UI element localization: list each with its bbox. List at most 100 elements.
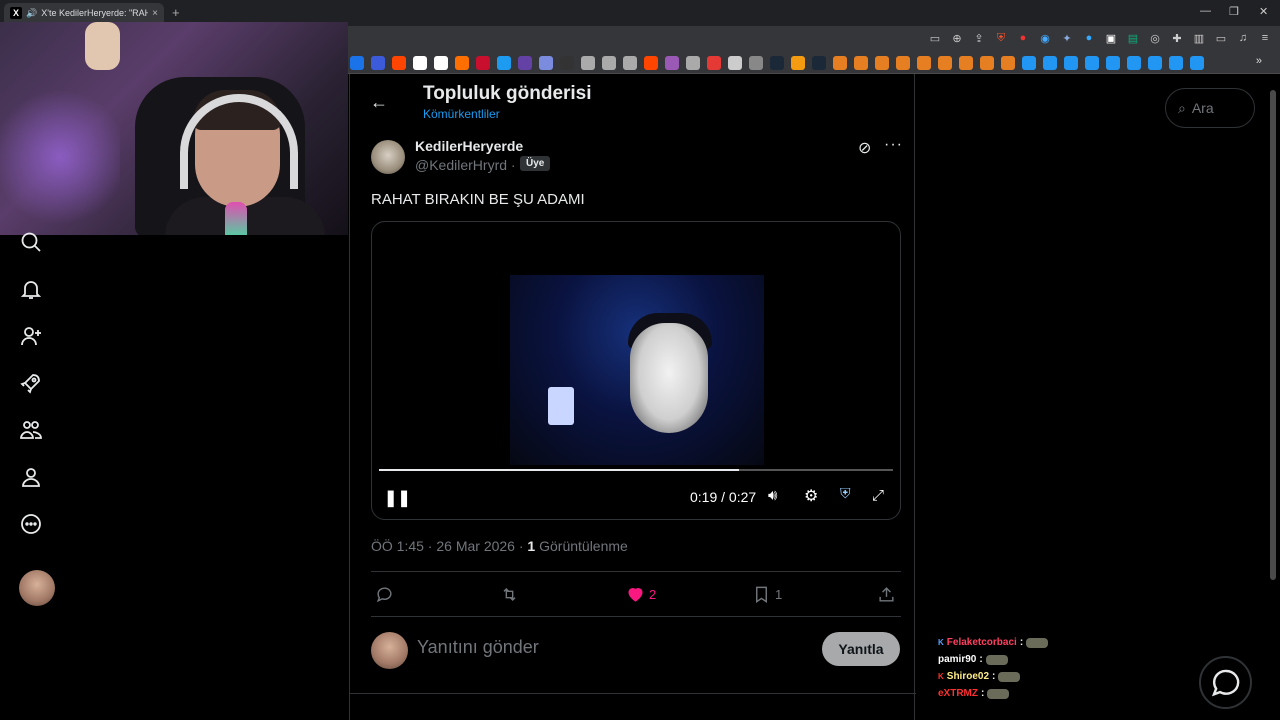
bookmark-favicon-icon[interactable] [1064, 56, 1078, 70]
bookmark-favicon-icon[interactable] [854, 56, 868, 70]
pip-icon[interactable]: ⛨ [840, 485, 851, 502]
bookmark-favicon-icon[interactable] [350, 56, 364, 70]
bookmark-favicon-icon[interactable] [770, 56, 784, 70]
bookmark-favicon-icon[interactable] [791, 56, 805, 70]
more-circle-icon[interactable] [18, 511, 44, 537]
bookmark-favicon-icon[interactable] [1001, 56, 1015, 70]
bookmark-favicon-icon[interactable] [1148, 56, 1162, 70]
share-icon[interactable]: ⇪ [972, 31, 986, 45]
cast-icon[interactable]: ▭ [928, 31, 942, 45]
bookmark-favicon-icon[interactable] [371, 56, 385, 70]
wallet-icon[interactable]: ▭ [1214, 31, 1228, 45]
bookmark-favicon-icon[interactable] [686, 56, 700, 70]
share-action[interactable] [877, 585, 896, 604]
bookmark-favicon-icon[interactable] [392, 56, 406, 70]
bookmark-favicon-icon[interactable] [938, 56, 952, 70]
share-icon [879, 587, 894, 602]
bookmarks-more-icon[interactable]: » [1256, 55, 1262, 67]
close-window-button[interactable]: ✕ [1259, 5, 1268, 18]
author-handle[interactable]: @KedilerHryrd · [415, 157, 516, 173]
minimize-button[interactable]: — [1200, 5, 1211, 17]
repost-action[interactable] [500, 585, 519, 604]
bookmark-favicon-icon[interactable] [455, 56, 469, 70]
bookmark-favicon-icon[interactable] [896, 56, 910, 70]
more-options-icon[interactable]: ··· [884, 136, 903, 154]
extension-icon[interactable]: ◉ [1038, 31, 1052, 45]
bookmark-favicon-icon[interactable] [518, 56, 532, 70]
new-tab-button[interactable]: + [172, 5, 180, 20]
bookmark-favicon-icon[interactable] [875, 56, 889, 70]
reply-input[interactable]: Yanıtını gönder [417, 637, 539, 658]
bookmark-favicon-icon[interactable] [497, 56, 511, 70]
community-link[interactable]: Kömürkentliler [423, 107, 500, 121]
menu-icon[interactable]: ≡ [1258, 31, 1272, 45]
bookmark-favicon-icon[interactable] [833, 56, 847, 70]
search-input[interactable]: ⌕ Ara [1165, 88, 1255, 128]
bookmark-favicon-icon[interactable] [665, 56, 679, 70]
extension-icon[interactable]: ● [1016, 31, 1030, 45]
bookmark-favicon-icon[interactable] [623, 56, 637, 70]
maximize-button[interactable]: ❐ [1229, 5, 1239, 18]
bookmark-favicon-icon[interactable] [581, 56, 595, 70]
extension-icon[interactable]: ◎ [1148, 31, 1162, 45]
bell-icon[interactable] [18, 276, 44, 302]
playlist-icon[interactable]: ♫ [1236, 31, 1250, 45]
add-user-icon[interactable] [18, 323, 44, 349]
post-timestamp[interactable]: ÖÖ 1:45 · 26 Mar 2026 · [371, 538, 524, 554]
volume-icon[interactable]: 🔊︎ [768, 487, 777, 504]
grok-icon[interactable]: ⊘ [858, 138, 871, 158]
bookmark-favicon-icon[interactable] [1127, 56, 1141, 70]
extension-icon[interactable]: ▤ [1126, 31, 1140, 45]
settings-icon[interactable]: ⚙ [804, 486, 818, 506]
bookmark-favicon-icon[interactable] [917, 56, 931, 70]
fullscreen-icon[interactable]: ⤢ [872, 487, 884, 504]
brave-shield-icon[interactable]: ⛨ [994, 31, 1008, 45]
puzzle-icon[interactable]: ✚ [1170, 31, 1184, 45]
extension-icon[interactable]: ● [1082, 31, 1096, 45]
bookmark-favicon-icon[interactable] [980, 56, 994, 70]
browser-tab[interactable]: X 🔊 X'te KedilerHeryerde: "RAHAT × [4, 3, 164, 23]
bookmark-favicon-icon[interactable] [644, 56, 658, 70]
extension-icon[interactable]: ▣ [1104, 31, 1118, 45]
communities-icon[interactable] [18, 417, 44, 443]
bookmark-favicon-icon[interactable] [539, 56, 553, 70]
post-text: RAHAT BIRAKIN BE ŞU ADAMI [371, 191, 585, 208]
bookmark-favicon-icon[interactable] [749, 56, 763, 70]
sidebar-icon[interactable]: ▥ [1192, 31, 1206, 45]
back-button[interactable]: ← [370, 92, 388, 113]
bookmark-favicon-icon[interactable] [959, 56, 973, 70]
author-handle-text[interactable]: @KedilerHryrd [415, 157, 507, 173]
extension-icon[interactable]: ✦ [1060, 31, 1074, 45]
author-avatar[interactable] [371, 140, 405, 174]
bookmark-favicon-icon[interactable] [707, 56, 721, 70]
scrollbar[interactable] [1270, 90, 1276, 580]
video-player[interactable]: ❚❚ 0:19 / 0:27 🔊︎ ⚙ ⛨ ⤢ [371, 221, 901, 520]
rocket-icon[interactable] [18, 370, 44, 396]
search-icon[interactable] [18, 229, 44, 255]
author-name[interactable]: KedilerHeryerde [415, 138, 523, 154]
reply-button[interactable]: Yanıtla [822, 632, 900, 666]
pause-icon[interactable]: ❚❚ [384, 488, 411, 508]
bookmark-favicon-icon[interactable] [434, 56, 448, 70]
messages-button[interactable] [1199, 656, 1252, 709]
zoom-icon[interactable]: ⊕ [950, 31, 964, 45]
reply-action[interactable] [375, 585, 394, 604]
profile-icon[interactable] [18, 464, 44, 490]
bookmark-favicon-icon[interactable] [1169, 56, 1183, 70]
bookmark-favicon-icon[interactable] [1085, 56, 1099, 70]
bookmark-favicon-icon[interactable] [413, 56, 427, 70]
bookmark-favicon-icon[interactable] [560, 56, 574, 70]
bookmark-favicon-icon[interactable] [812, 56, 826, 70]
account-avatar[interactable] [19, 570, 55, 606]
like-action[interactable]: 2 [626, 585, 656, 604]
bookmark-favicon-icon[interactable] [1022, 56, 1036, 70]
bookmark-favicon-icon[interactable] [1190, 56, 1204, 70]
bookmark-favicon-icon[interactable] [1106, 56, 1120, 70]
bookmark-favicon-icon[interactable] [1043, 56, 1057, 70]
bookmark-favicon-icon[interactable] [602, 56, 616, 70]
bookmark-favicon-icon[interactable] [728, 56, 742, 70]
video-progress-bar[interactable] [379, 469, 893, 471]
bookmark-action[interactable]: 1 [752, 585, 782, 604]
tab-close-button[interactable]: × [152, 8, 158, 19]
bookmark-favicon-icon[interactable] [476, 56, 490, 70]
